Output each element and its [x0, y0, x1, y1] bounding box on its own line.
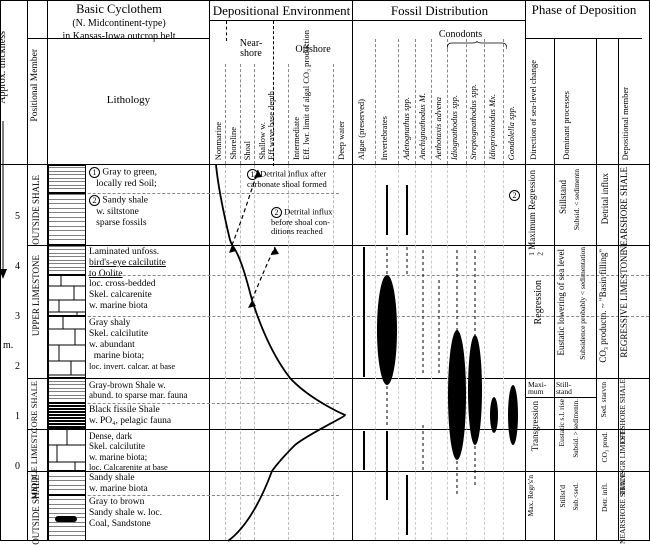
fossil-header: Fossil Distribution — [353, 1, 526, 21]
scale-3: 3 — [10, 311, 20, 322]
note-2: 2 Detrital influx before shoal con-ditio… — [271, 207, 351, 235]
eff-lwr-label: Eff. lwr. limit of algal CO₃ production — [303, 30, 311, 160]
cyclothem-diagram: Approx. thickness Basic Cyclothem (N. Mi… — [0, 0, 650, 541]
ph-co3-prod: CO₃ prod. — [600, 432, 609, 463]
strepto-label: Streptognathodus spp. — [468, 84, 478, 160]
dep-member-label: Depositional member — [621, 87, 630, 160]
ph-detrital: Detrital influx — [600, 173, 610, 224]
ph-eustatic-low: Eustatic lowering of sea level — [557, 249, 566, 355]
ph-detr-infl: Detr. infl. — [600, 483, 609, 512]
ph-sub-sed: Sub.<sed. — [572, 483, 580, 511]
lith-3: Laminated unfoss. bird's-eye calcilutite… — [89, 247, 166, 280]
intermed-label: Intermediate — [291, 117, 301, 160]
scale-2: 2 — [10, 361, 20, 372]
lith-10: Gray to brown Sandy shale w. loc. Coal, … — [89, 497, 162, 530]
subheader-row: Positional Member Lithology Near-shore O… — [1, 39, 649, 165]
phase-header: Phase of Deposition — [526, 1, 642, 39]
ph-maximum: Maxi-mum — [528, 382, 552, 396]
conodont-bracket — [447, 41, 507, 51]
scale-0: 0 — [10, 461, 20, 472]
nonmarine-label: Nonmarine — [213, 122, 223, 160]
ph-stillstand3: Stillst'd — [558, 485, 567, 508]
dep-env-header: Depositional Environment — [210, 1, 353, 21]
ph-subsid-gt: Subsid. > sedimentn. — [572, 399, 580, 458]
outside-shale-top: OUTSIDE SHALE — [31, 175, 41, 245]
aetho-label: Aethotaxis advena — [433, 97, 443, 160]
ph-subsid-prob: Subsidence probably < sedimentation — [579, 247, 586, 360]
lith-9: Sandy shale w. marine biota — [89, 473, 148, 495]
scale-1: 1 — [10, 411, 20, 422]
eff-wave-label: Eff.wave base depth — [268, 91, 276, 160]
ph-subsid: Subsid. < sedimentn — [572, 169, 581, 230]
core-shale: CORE SHALE — [30, 381, 38, 433]
lith-6: Gray-brown Shale w. abund. to sparse mar… — [89, 380, 187, 401]
lith-4: loc. cross-bedded Skel. calcarenite w. m… — [89, 279, 155, 312]
ph-maxreg: 1 Maximum Regression2 — [528, 170, 552, 256]
scale-4: 4 — [10, 261, 20, 272]
basic-cyclothem-header: Basic Cyclothem (N. Midcontinent-type) i… — [28, 1, 210, 39]
ph-co3-basin: CO₃ productn. ~ "Basin filling" — [599, 249, 608, 363]
lith-5: Gray shaly Skel. calcilutite w. abundant… — [89, 318, 175, 373]
inverts-label: Invertebrates — [379, 116, 389, 160]
shoreline-label: Shoreline — [228, 127, 238, 160]
title-sub1: (N. Midcontinent-type) — [72, 18, 165, 29]
note-1: 1 Detrital influx after carbonate shoal … — [247, 169, 349, 189]
shoal-label: Shoal — [242, 141, 252, 160]
algae-label: Algae (preserved) — [356, 99, 366, 160]
adeto-label: Adetognathus spp. — [401, 97, 411, 160]
ph-transgr: Transgression — [530, 401, 540, 451]
ph-regression: Regression — [533, 280, 544, 324]
ph-reg-ls: REGRESSIVE LIMESTONE — [620, 250, 629, 358]
outside-shale-bot: OUTSIDE SHALE — [31, 475, 41, 545]
ph-stillstand: Stillstand — [558, 180, 568, 214]
lithology-head: Lithology — [51, 94, 206, 106]
title-basic: Basic Cyclothem — [76, 2, 162, 16]
lith-2: 2 Sandy shale w. siltstone sparse fossil… — [89, 195, 148, 228]
ph-nearshore-sh: NEARSHORE SHALE — [620, 167, 629, 252]
positional-member-head: Positional Member — [31, 49, 41, 122]
scale-m-label: m. — [3, 340, 13, 351]
conodonts-head: Conodonts — [413, 29, 508, 40]
idiog-label: Idiognathodus spp. — [449, 95, 459, 160]
direction-label: Direction of sea-level change — [529, 60, 538, 160]
ph-max-regr: Max. Regr's'n — [528, 475, 535, 516]
fossil-spindles — [353, 165, 526, 542]
lith-1: 1 Gray to green, locally red Soil; — [89, 167, 157, 190]
upper-limestone: UPPER LIMESTONE — [31, 255, 41, 336]
gond-label: Gondolella spp. — [506, 106, 516, 160]
ph-sedstarv: Sed. starvtn — [599, 382, 608, 417]
dominant-label: Dominant processes — [562, 91, 571, 160]
lith-7: Black fissile Shale w. PO₄, pelagic faun… — [89, 405, 171, 427]
idiop-label: Idioprioniodus Mx. — [487, 94, 497, 160]
deep-water-label: Deep water — [336, 121, 346, 160]
scale-5: 5 — [10, 211, 20, 222]
ph-eust-rise: Eustatic s.l. rise — [557, 399, 566, 447]
anchi-label: Anchignathodus M. — [417, 93, 427, 160]
ph-nearshore-sh2: NEARSHORE SHALE — [620, 473, 627, 544]
fossil-circ-2: 2 — [509, 190, 520, 201]
ph-stillstand2: Still-stand — [556, 382, 578, 396]
lith-8: Dense, dark Skel. calcilutite w. marine … — [89, 431, 168, 473]
body-area: m. 0 1 2 3 4 5 OUTSIDE SHALE U — [1, 165, 649, 540]
